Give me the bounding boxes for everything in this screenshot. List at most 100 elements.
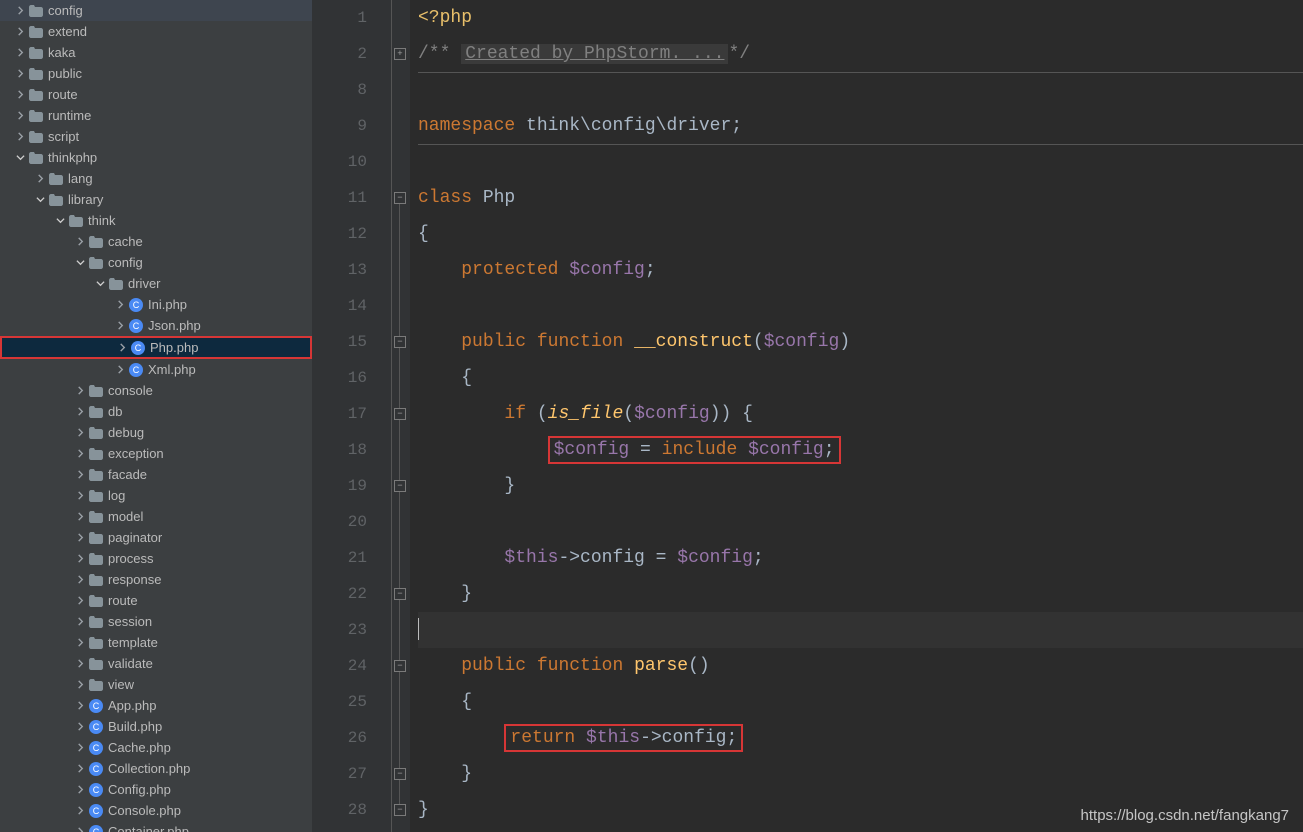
line-number[interactable]: 24: [312, 648, 367, 684]
tree-arrow-icon[interactable]: [74, 257, 86, 269]
tree-arrow-icon[interactable]: [74, 490, 86, 502]
tree-item-route[interactable]: route: [0, 84, 312, 105]
tree-arrow-icon[interactable]: [14, 26, 26, 38]
tree-arrow-icon[interactable]: [74, 427, 86, 439]
code-line-26[interactable]: return $this->config;: [418, 720, 1303, 756]
line-number[interactable]: 1: [312, 0, 367, 36]
tree-item-container-php[interactable]: CContainer.php: [0, 821, 312, 832]
tree-arrow-icon[interactable]: [74, 448, 86, 460]
fold-collapse-icon[interactable]: −: [394, 192, 406, 204]
line-number[interactable]: 15: [312, 324, 367, 360]
code-line-21[interactable]: $this->config = $config;: [418, 540, 1303, 576]
tree-item-extend[interactable]: extend: [0, 21, 312, 42]
fold-collapse-icon[interactable]: −: [394, 804, 406, 816]
tree-item-model[interactable]: model: [0, 506, 312, 527]
tree-arrow-icon[interactable]: [74, 385, 86, 397]
code-editor[interactable]: 1289101112131415161718192021222324252627…: [312, 0, 1303, 832]
line-number[interactable]: 28: [312, 792, 367, 828]
code-line-18[interactable]: $config = include $config;: [418, 432, 1303, 468]
tree-item-response[interactable]: response: [0, 569, 312, 590]
code-line-24[interactable]: public function parse(): [418, 648, 1303, 684]
tree-arrow-icon[interactable]: [54, 215, 66, 227]
tree-arrow-icon[interactable]: [14, 68, 26, 80]
tree-arrow-icon[interactable]: [34, 173, 46, 185]
tree-arrow-icon[interactable]: [14, 89, 26, 101]
line-number[interactable]: 14: [312, 288, 367, 324]
tree-item-config[interactable]: config: [0, 0, 312, 21]
tree-arrow-icon[interactable]: [74, 658, 86, 670]
code-line-15[interactable]: public function __construct($config): [418, 324, 1303, 360]
tree-arrow-icon[interactable]: [74, 763, 86, 775]
line-number[interactable]: 20: [312, 504, 367, 540]
code-line-12[interactable]: {: [418, 216, 1303, 252]
line-number[interactable]: 19: [312, 468, 367, 504]
tree-arrow-icon[interactable]: [74, 595, 86, 607]
tree-item-lang[interactable]: lang: [0, 168, 312, 189]
tree-arrow-icon[interactable]: [114, 299, 126, 311]
tree-arrow-icon[interactable]: [74, 637, 86, 649]
tree-item-xml-php[interactable]: CXml.php: [0, 359, 312, 380]
tree-item-thinkphp[interactable]: thinkphp: [0, 147, 312, 168]
project-tree-sidebar[interactable]: configextendkakapublicrouteruntimescript…: [0, 0, 312, 832]
tree-item-debug[interactable]: debug: [0, 422, 312, 443]
line-number[interactable]: 9: [312, 108, 367, 144]
line-number[interactable]: 27: [312, 756, 367, 792]
code-line-1[interactable]: <?php: [418, 0, 1303, 36]
line-number[interactable]: 22: [312, 576, 367, 612]
code-line-17[interactable]: if (is_file($config)) {: [418, 396, 1303, 432]
tree-arrow-icon[interactable]: [74, 574, 86, 586]
tree-arrow-icon[interactable]: [74, 532, 86, 544]
tree-arrow-icon[interactable]: [74, 805, 86, 817]
code-line-13[interactable]: protected $config;: [418, 252, 1303, 288]
code-line-25[interactable]: {: [418, 684, 1303, 720]
tree-item-cache-php[interactable]: CCache.php: [0, 737, 312, 758]
code-line-8[interactable]: [418, 72, 1303, 108]
code-line-16[interactable]: {: [418, 360, 1303, 396]
tree-arrow-icon[interactable]: [74, 511, 86, 523]
line-number[interactable]: 2: [312, 36, 367, 72]
tree-arrow-icon[interactable]: [114, 320, 126, 332]
tree-item-build-php[interactable]: CBuild.php: [0, 716, 312, 737]
tree-item-php-php[interactable]: CPhp.php: [0, 336, 312, 359]
tree-item-validate[interactable]: validate: [0, 653, 312, 674]
tree-arrow-icon[interactable]: [14, 47, 26, 59]
line-number[interactable]: 21: [312, 540, 367, 576]
code-area[interactable]: <?php /** Created by PhpStorm. ...*/ nam…: [410, 0, 1303, 832]
tree-item-paginator[interactable]: paginator: [0, 527, 312, 548]
fold-collapse-icon[interactable]: −: [394, 768, 406, 780]
tree-item-console[interactable]: console: [0, 380, 312, 401]
tree-item-facade[interactable]: facade: [0, 464, 312, 485]
tree-arrow-icon[interactable]: [94, 278, 106, 290]
tree-item-session[interactable]: session: [0, 611, 312, 632]
tree-arrow-icon[interactable]: [74, 616, 86, 628]
tree-arrow-icon[interactable]: [74, 826, 86, 832]
code-line-23-current[interactable]: [418, 612, 1303, 648]
tree-arrow-icon[interactable]: [14, 152, 26, 164]
fold-collapse-icon[interactable]: −: [394, 480, 406, 492]
tree-item-cache[interactable]: cache: [0, 231, 312, 252]
code-line-27[interactable]: }: [418, 756, 1303, 792]
code-line-11[interactable]: class Php: [418, 180, 1303, 216]
tree-item-route[interactable]: route: [0, 590, 312, 611]
line-number[interactable]: 23: [312, 612, 367, 648]
tree-item-think[interactable]: think: [0, 210, 312, 231]
code-line-9[interactable]: namespace think\config\driver;: [418, 108, 1303, 144]
tree-arrow-icon[interactable]: [74, 679, 86, 691]
tree-item-template[interactable]: template: [0, 632, 312, 653]
tree-arrow-icon[interactable]: [14, 5, 26, 17]
tree-arrow-icon[interactable]: [14, 110, 26, 122]
line-number[interactable]: 13: [312, 252, 367, 288]
fold-collapse-icon[interactable]: −: [394, 588, 406, 600]
tree-item-process[interactable]: process: [0, 548, 312, 569]
tree-arrow-icon[interactable]: [74, 700, 86, 712]
tree-item-config-php[interactable]: CConfig.php: [0, 779, 312, 800]
tree-item-library[interactable]: library: [0, 189, 312, 210]
tree-item-ini-php[interactable]: CIni.php: [0, 294, 312, 315]
line-number[interactable]: 12: [312, 216, 367, 252]
tree-arrow-icon[interactable]: [74, 721, 86, 733]
code-line-2[interactable]: /** Created by PhpStorm. ...*/: [418, 36, 1303, 72]
tree-arrow-icon[interactable]: [74, 406, 86, 418]
tree-item-db[interactable]: db: [0, 401, 312, 422]
fold-collapse-icon[interactable]: −: [394, 660, 406, 672]
fold-collapse-icon[interactable]: −: [394, 336, 406, 348]
